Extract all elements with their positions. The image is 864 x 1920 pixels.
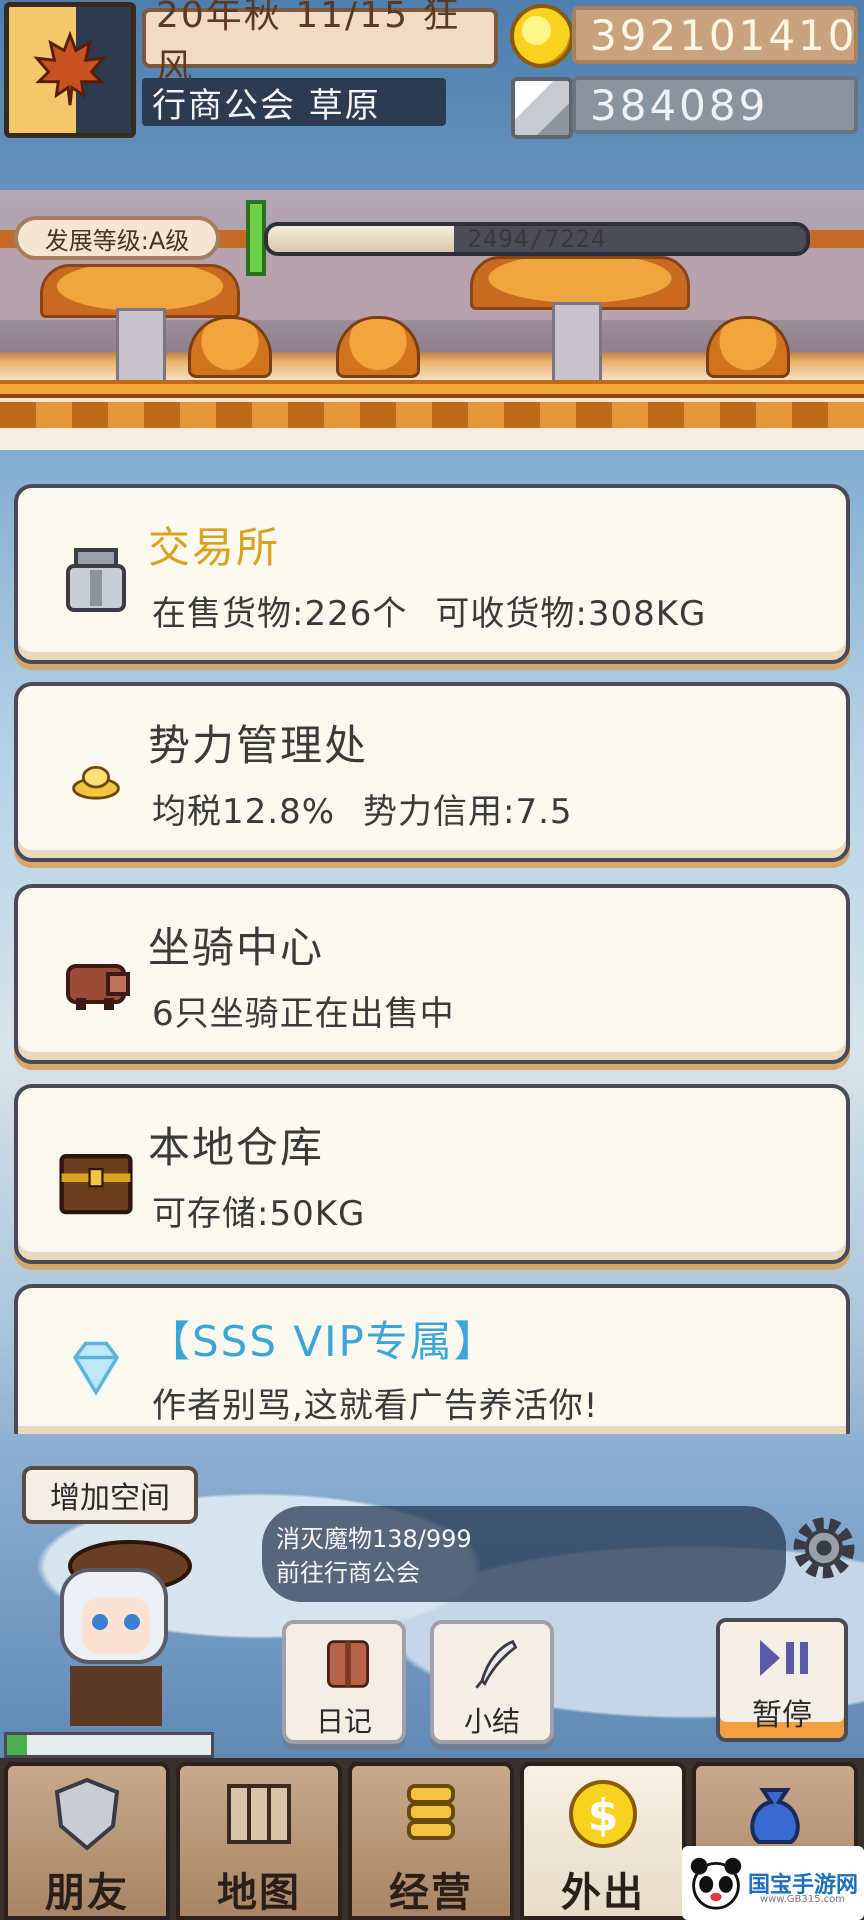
panda-logo-icon <box>690 1857 742 1910</box>
development-level-badge[interactable]: 发展等级:A级 <box>14 216 220 260</box>
top-hud: 20年秋 11/15 狂风 行商公会 草原 392101410 384089 <box>0 0 864 150</box>
development-progress-text: 2494/7224 <box>467 225 607 253</box>
mount-center-desc: 6只坐骑正在出售中 <box>152 994 455 1034</box>
faction-office-title: 势力管理处 <box>148 721 369 770</box>
summary-label: 小结 <box>463 1705 520 1738</box>
summary-button[interactable]: 小结 <box>430 1620 554 1744</box>
exchange-desc: 在售货物:226个 可收货物:308KG <box>152 586 706 635</box>
warehouse-desc: 可存储:50KG <box>152 1194 366 1234</box>
progress-marker-icon <box>246 200 266 276</box>
gold-ingot-icon <box>46 730 146 830</box>
site-watermark: 国宝手游网 www.GB315.com <box>682 1846 864 1920</box>
goods-purchasable: 可收货物:308KG <box>435 594 707 634</box>
quill-icon <box>475 1639 518 1689</box>
vip-desc: 作者别骂,这就看广告养活你! <box>152 1386 599 1426</box>
faction-office-desc: 均税12.8% 势力信用:7.5 <box>152 784 573 833</box>
faction-office-card[interactable]: 势力管理处 均税12.8% 势力信用:7.5 <box>14 682 850 862</box>
diary-label: 日记 <box>315 1705 372 1738</box>
armor-icon <box>46 532 146 632</box>
mount-center-card[interactable]: 坐骑中心 6只坐骑正在出售中 <box>14 884 850 1064</box>
tab-business[interactable]: 经营 <box>348 1762 514 1920</box>
quest-tracker[interactable]: 消灭魔物138/999 前往行商公会 <box>262 1506 786 1602</box>
location-label: 行商公会 草原 <box>142 78 446 126</box>
coin-stack-icon <box>407 1784 455 1840</box>
gear-icon[interactable] <box>786 1510 862 1586</box>
average-tax: 均税12.8% <box>152 792 336 832</box>
character-hp-bar <box>4 1732 214 1758</box>
silver-amount: 384089 <box>572 76 858 134</box>
shield-icon <box>54 1777 120 1851</box>
local-warehouse-card[interactable]: 本地仓库 可存储:50KG <box>14 1084 850 1264</box>
svg-text:$: $ <box>588 1790 619 1841</box>
tab-outing-label: 外出 <box>561 1870 645 1916</box>
tab-friends[interactable]: 朋友 <box>4 1762 170 1920</box>
date-weather-label: 20年秋 11/15 狂风 <box>142 0 498 88</box>
vip-ad-card[interactable]: 【SSS VIP专属】 作者别骂,这就看广告养活你! <box>14 1284 850 1434</box>
exchange-card[interactable]: 交易所 在售货物:226个 可收货物:308KG <box>14 484 850 664</box>
watermark-url: www.GB315.com <box>760 1894 846 1905</box>
quest-objective: 前往行商公会 <box>276 1559 420 1587</box>
maple-leaf-icon <box>33 31 107 106</box>
exchange-title: 交易所 <box>148 523 281 572</box>
dollar-coin-icon: $ <box>569 1780 637 1848</box>
tab-outing[interactable]: $ 外出 <box>520 1762 686 1920</box>
mount-center-title: 坐骑中心 <box>148 923 325 972</box>
season-tile[interactable] <box>4 2 136 138</box>
vip-title: 【SSS VIP专属】 <box>148 1317 498 1366</box>
hp-fill <box>7 1735 28 1755</box>
tab-business-label: 经营 <box>389 1870 473 1916</box>
tab-map-label: 地图 <box>217 1870 301 1916</box>
boar-mount-icon <box>46 932 146 1032</box>
play-pause-icon <box>760 1640 808 1676</box>
tab-friends-label: 朋友 <box>45 1870 129 1916</box>
tab-map[interactable]: 地图 <box>176 1762 342 1920</box>
diary-button[interactable]: 日记 <box>282 1620 406 1744</box>
warehouse-title: 本地仓库 <box>148 1123 325 1172</box>
goods-on-sale: 在售货物:226个 <box>152 594 408 634</box>
book-icon <box>327 1640 369 1688</box>
gold-amount: 392101410 <box>572 6 858 64</box>
pouch-icon <box>750 1788 800 1844</box>
pause-button[interactable]: 暂停 <box>716 1618 848 1742</box>
character-avatar[interactable] <box>10 1526 210 1726</box>
treasure-chest-icon <box>46 1132 146 1232</box>
pause-label: 暂停 <box>752 1698 812 1733</box>
diamond-icon <box>46 1318 146 1418</box>
silver-coin-icon <box>506 72 578 144</box>
map-icon <box>227 1784 291 1844</box>
quest-progress: 消灭魔物138/999 <box>276 1525 472 1553</box>
add-space-button[interactable]: 增加空间 <box>22 1466 198 1524</box>
gold-coin-icon <box>506 0 578 72</box>
faction-credit: 势力信用:7.5 <box>363 792 573 832</box>
